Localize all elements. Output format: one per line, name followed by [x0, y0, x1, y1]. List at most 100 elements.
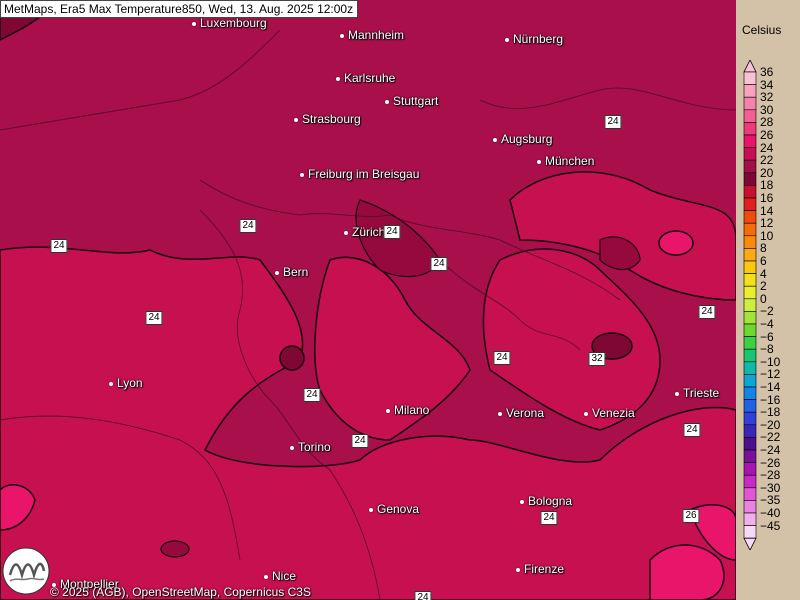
contour-label: 24 — [493, 351, 511, 365]
city-marker-icon — [264, 574, 268, 579]
city-karlsruhe: Karlsruhe — [336, 71, 395, 85]
legend-unit: Celsius — [742, 23, 782, 37]
legend-swatch — [743, 311, 757, 325]
legend-swatch — [743, 500, 757, 514]
legend-swatch — [743, 336, 757, 350]
contour-label: 24 — [351, 434, 369, 448]
city-marker-icon — [584, 411, 588, 416]
city-venezia: Venezia — [584, 406, 635, 420]
city-label: Lyon — [117, 376, 143, 390]
contour-label: 26 — [682, 509, 700, 523]
city-lyon: Lyon — [109, 376, 143, 390]
contour-label: 24 — [50, 239, 68, 253]
city-marker-icon — [520, 499, 524, 504]
legend-swatch — [743, 96, 757, 111]
city-marker-icon — [385, 99, 389, 104]
city-marker-icon — [675, 391, 679, 396]
city-label: Zürich — [352, 225, 386, 239]
city-nurnberg: Nürnberg — [505, 32, 563, 46]
legend-swatch — [743, 210, 757, 224]
city-marker-icon — [336, 76, 340, 81]
city-label: Mannheim — [348, 28, 405, 42]
city-milano: Milano — [386, 403, 429, 417]
legend-swatch — [743, 84, 757, 98]
metmaps-logo-icon — [2, 547, 50, 595]
contour-label: 32 — [588, 352, 606, 366]
contour-label: 24 — [540, 511, 558, 525]
city-label: Strasbourg — [302, 112, 361, 126]
city-munchen: München — [537, 154, 594, 168]
legend-tick-label: −45 — [760, 518, 781, 533]
city-marker-icon — [294, 117, 298, 122]
city-marker-icon — [516, 567, 520, 572]
legend-swatch — [743, 248, 757, 262]
legend-swatch — [743, 437, 757, 451]
city-freiburg: Freiburg im Breisgau — [300, 167, 419, 181]
city-label: Bologna — [528, 494, 573, 508]
city-marker-icon — [340, 33, 344, 38]
legend-swatch — [743, 512, 757, 526]
contour-label: 24 — [604, 115, 622, 129]
legend-swatch — [743, 474, 757, 489]
legend-swatch — [743, 109, 757, 123]
city-mannheim: Mannheim — [340, 28, 404, 42]
legend-swatch — [743, 424, 757, 438]
city-label: Stuttgart — [393, 94, 439, 108]
city-label: Nice — [272, 569, 297, 583]
legend-swatch — [743, 185, 757, 199]
city-trieste: Trieste — [675, 386, 719, 400]
legend-swatch — [743, 260, 757, 274]
city-firenze: Firenze — [516, 562, 564, 576]
contour-label: 24 — [430, 257, 448, 271]
city-strasbourg: Strasbourg — [294, 112, 361, 126]
legend-arrow-bottom — [743, 537, 757, 550]
city-label: München — [545, 154, 595, 168]
city-marker-icon — [344, 230, 348, 235]
legend-swatch — [743, 147, 757, 161]
legend-swatch — [743, 71, 757, 85]
city-marker-icon — [275, 270, 279, 275]
legend-swatch — [743, 134, 757, 148]
city-marker-icon — [505, 37, 509, 42]
legend-swatch — [743, 222, 757, 237]
weather-map[interactable]: MetMaps, Era5 Max Temperature850, Wed, 1… — [0, 0, 736, 600]
city-marker-icon — [109, 381, 113, 386]
contour-label: 24 — [303, 388, 321, 402]
legend-swatch — [743, 159, 757, 174]
legend-colorbar — [743, 60, 757, 550]
city-zurich: Zürich — [344, 225, 385, 239]
legend-swatch — [743, 487, 757, 501]
city-label: Venezia — [592, 406, 635, 420]
legend-swatch — [743, 399, 757, 413]
legend-arrow-top — [743, 60, 757, 73]
city-bern: Bern — [275, 265, 308, 279]
city-augsburg: Augsburg — [493, 132, 552, 146]
city-label: Torino — [298, 440, 331, 454]
city-marker-icon — [498, 411, 502, 416]
legend-swatch — [743, 449, 757, 463]
city-genova: Genova — [369, 502, 419, 516]
legend-swatch — [743, 285, 757, 300]
legend-swatch — [743, 361, 757, 375]
city-marker-icon — [192, 21, 196, 26]
city-label: Trieste — [683, 386, 720, 400]
city-label: Verona — [506, 406, 545, 420]
city-label: Firenze — [524, 562, 565, 576]
contour-label: 24 — [239, 219, 257, 233]
city-nice: Nice — [264, 569, 296, 583]
legend-swatch — [743, 525, 757, 539]
legend-swatch — [743, 386, 757, 400]
city-label: Freiburg im Breisgau — [308, 167, 420, 181]
legend-swatch — [743, 348, 757, 363]
city-marker-icon — [386, 408, 390, 413]
city-marker-icon — [369, 507, 373, 512]
contour-label: 24 — [414, 591, 432, 600]
legend-swatch — [743, 172, 757, 186]
legend-swatch — [743, 298, 757, 312]
contour-label: 24 — [383, 225, 401, 239]
map-title: MetMaps, Era5 Max Temperature850, Wed, 1… — [0, 0, 359, 18]
city-verona: Verona — [498, 406, 544, 420]
city-label: Luxembourg — [200, 16, 267, 30]
city-marker-icon — [290, 445, 294, 450]
copyright-credit: © 2025 (AGB), OpenStreetMap, Copernicus … — [50, 585, 311, 599]
